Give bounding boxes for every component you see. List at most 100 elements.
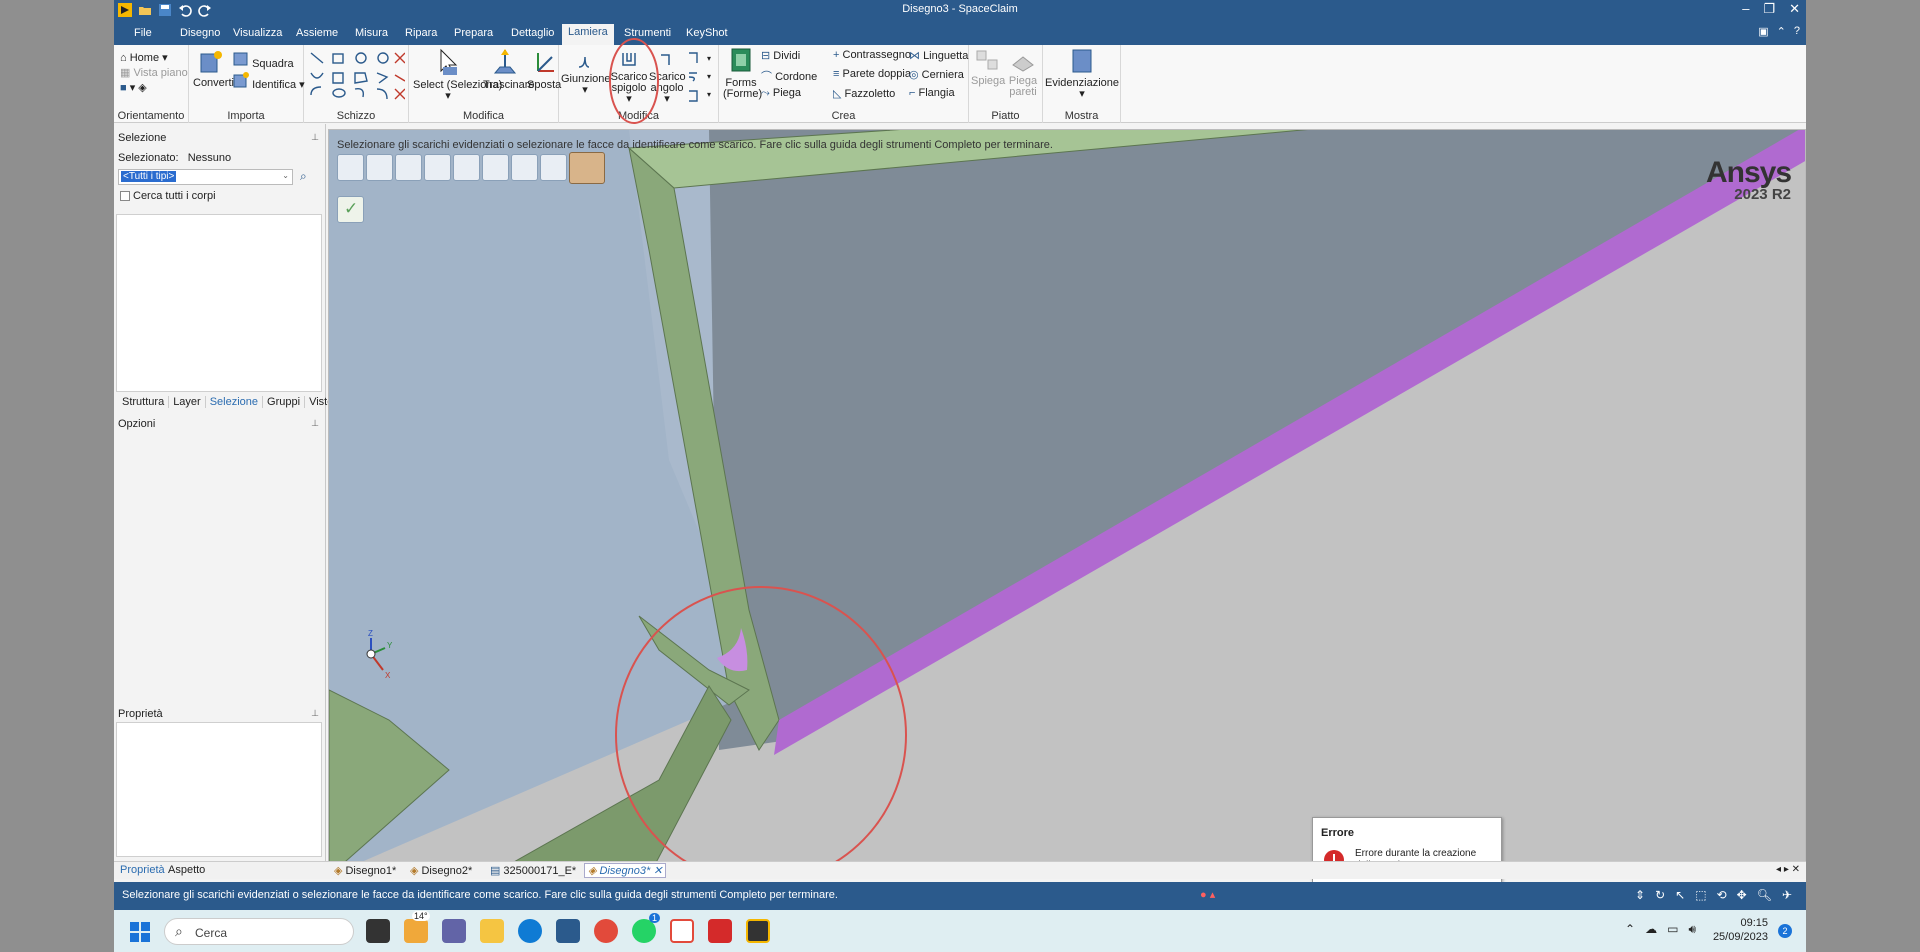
piega-pareti-button[interactable]: Piega pareti — [1005, 47, 1041, 98]
giunzione-button[interactable]: Giunzione ▾ — [561, 51, 611, 96]
flangia-button[interactable]: ⌐ Flangia — [909, 87, 955, 99]
notification-badge[interactable]: 2 — [1778, 924, 1792, 938]
edge-icon[interactable] — [518, 919, 542, 943]
view-cube-button[interactable]: ■ ▾ ◈ — [120, 81, 147, 94]
tool-guide-box-icon[interactable] — [569, 152, 605, 184]
tab-prepara[interactable]: Prepara — [448, 25, 499, 41]
search-icon[interactable]: ⌕ — [300, 169, 307, 184]
sheet-metal-model[interactable] — [329, 130, 1806, 875]
display-icon[interactable]: ▭ — [1667, 922, 1678, 937]
linguetta-button[interactable]: ⋈ Linguetta — [909, 49, 968, 62]
select-mode-icon[interactable]: ↖ — [1675, 888, 1685, 902]
doc-tab-325000171[interactable]: ▤ 325000171_E* — [490, 864, 576, 878]
ribbon-right-icons: ▣ ⌃ ? — [1758, 25, 1800, 38]
box-select-icon[interactable]: ⬚ — [1695, 888, 1706, 902]
pin-icon[interactable]: ⊥ — [311, 132, 319, 143]
tool-guide-button-2[interactable] — [366, 154, 393, 181]
onedrive-icon[interactable]: ☁ — [1645, 922, 1657, 937]
tab-selezione[interactable]: Selezione — [206, 396, 264, 408]
help-icon[interactable]: ? — [1794, 25, 1800, 38]
checkbox-box[interactable] — [120, 191, 130, 201]
tab-visualizza[interactable]: Visualizza — [227, 25, 288, 41]
file-explorer-icon[interactable] — [480, 919, 504, 943]
gmail-icon[interactable] — [670, 919, 694, 943]
chevron-up-icon[interactable]: ⌃ — [1625, 922, 1635, 937]
sposta-button[interactable]: Sposta — [527, 47, 561, 91]
select-button[interactable]: Select (Seleziona) ▾ — [413, 47, 502, 102]
pan-icon[interactable]: ✥ — [1737, 888, 1747, 902]
task-view-icon[interactable] — [366, 919, 390, 943]
taskbar-search[interactable]: ⌕ Cerca — [164, 918, 354, 945]
rotate-icon[interactable]: ⟲ — [1717, 888, 1727, 902]
minimize-icon[interactable]: – — [1742, 1, 1749, 17]
tab-disegno[interactable]: Disegno — [174, 25, 226, 41]
close-tab-icon[interactable]: ✕ — [653, 864, 662, 877]
pin-icon[interactable]: ⊥ — [311, 708, 319, 719]
home-button[interactable]: ⌂ Home ▾ — [120, 51, 168, 64]
tool-guide-button-4[interactable] — [424, 154, 451, 181]
tool-guide-button-7[interactable] — [511, 154, 538, 181]
doc-tab-disegno2[interactable]: ◈ Disegno2* — [410, 864, 472, 878]
fly-icon[interactable]: ✈︎ — [1782, 888, 1792, 902]
taskbar-clock[interactable]: 09:15 25/09/2023 — [1713, 916, 1768, 944]
dividi-button[interactable]: ⊟ Dividi — [761, 49, 800, 62]
tab-dettaglio[interactable]: Dettaglio — [505, 25, 560, 41]
store-icon[interactable] — [556, 919, 580, 943]
spiega-button[interactable]: Spiega — [971, 47, 1005, 87]
whatsapp-icon[interactable]: 1 — [632, 913, 660, 943]
tab-aspetto[interactable]: Aspetto — [168, 864, 205, 876]
close-icon[interactable]: ✕ — [1789, 1, 1800, 17]
tab-nav-icons[interactable]: ◂ ▸ ✕ — [1776, 864, 1800, 875]
restore-icon[interactable]: ❐ — [1763, 1, 1775, 17]
type-filter-select[interactable]: <Tutti i tipi> ⌄ — [118, 169, 293, 185]
chrome-icon[interactable] — [594, 919, 618, 943]
tab-assieme[interactable]: Assieme — [290, 25, 344, 41]
weather-icon[interactable]: 14° — [404, 911, 430, 943]
piega-button[interactable]: ⤳ Piega — [761, 87, 801, 100]
teams-icon[interactable] — [442, 919, 466, 943]
nudge-icon[interactable]: ⇕ — [1635, 888, 1645, 902]
cerca-tutti-corpi-checkbox[interactable]: Cerca tutti i corpi — [120, 190, 216, 202]
tab-ripara[interactable]: Ripara — [399, 25, 443, 41]
forms-button[interactable]: Forms (Forme) — [723, 47, 762, 100]
cordone-button[interactable]: ⌒ Cordone — [761, 68, 817, 84]
tab-layer[interactable]: Layer — [169, 396, 206, 408]
tool-guide-button-3[interactable] — [395, 154, 422, 181]
sketch-tools-grid — [310, 52, 405, 100]
tool-guide-button-6[interactable] — [482, 154, 509, 181]
evidenziazione-button[interactable]: Evidenziazione ▾ — [1045, 47, 1119, 100]
squadra-button[interactable]: Squadra — [233, 51, 294, 70]
spin-icon[interactable]: ↻ — [1655, 888, 1665, 902]
windows-start-icon[interactable] — [130, 922, 150, 942]
complete-check-button[interactable]: ✓ — [337, 196, 364, 223]
parete-doppia-button[interactable]: ≡ Parete doppia — [833, 68, 911, 80]
cerniera-button[interactable]: ◎ Cerniera — [909, 68, 964, 81]
tool-guide-button-5[interactable] — [453, 154, 480, 181]
tool-guide-button-8[interactable] — [540, 154, 567, 181]
doc-tab-disegno3[interactable]: ◈ Disegno3* ✕ — [584, 863, 667, 878]
tab-misura[interactable]: Misura — [349, 25, 394, 41]
volume-icon[interactable]: 🔊︎ — [1688, 922, 1696, 937]
converti-button[interactable]: Converti — [193, 49, 234, 89]
status-error-icon[interactable]: ● ▴ — [1200, 888, 1215, 901]
anydesk-icon[interactable] — [708, 919, 732, 943]
check-icon: ✓ — [344, 199, 359, 218]
fazzoletto-button[interactable]: ◺ Fazzoletto — [833, 87, 895, 100]
tab-keyshot[interactable]: KeyShot — [680, 25, 734, 41]
trascinare-button[interactable]: Trascinare — [483, 47, 535, 91]
3d-viewport[interactable]: Selezionare gli scarichi evidenziati o s… — [328, 129, 1806, 875]
contrassegno-button[interactable]: + Contrassegno — [833, 49, 911, 61]
zoom-icon[interactable]: 🔍︎ — [1757, 888, 1772, 902]
tab-struttura[interactable]: Struttura — [118, 396, 170, 408]
pin-icon[interactable]: ⊥ — [311, 418, 319, 429]
tab-proprieta[interactable]: Proprietà — [120, 864, 165, 876]
collapse-ribbon-icon[interactable]: ⌃ — [1777, 25, 1786, 38]
tab-gruppi[interactable]: Gruppi — [263, 396, 306, 408]
doc-tab-disegno1[interactable]: ◈ Disegno1* — [334, 864, 396, 878]
spaceclaim-taskbar-icon[interactable] — [746, 919, 770, 943]
identifica-button[interactable]: Identifica ▾ — [233, 72, 305, 91]
vista-piano-button[interactable]: ▦ Vista piano — [120, 66, 188, 79]
tab-file[interactable]: File — [128, 25, 158, 41]
tool-guide-button-1[interactable] — [337, 154, 364, 181]
account-icon[interactable]: ▣ — [1758, 25, 1768, 38]
